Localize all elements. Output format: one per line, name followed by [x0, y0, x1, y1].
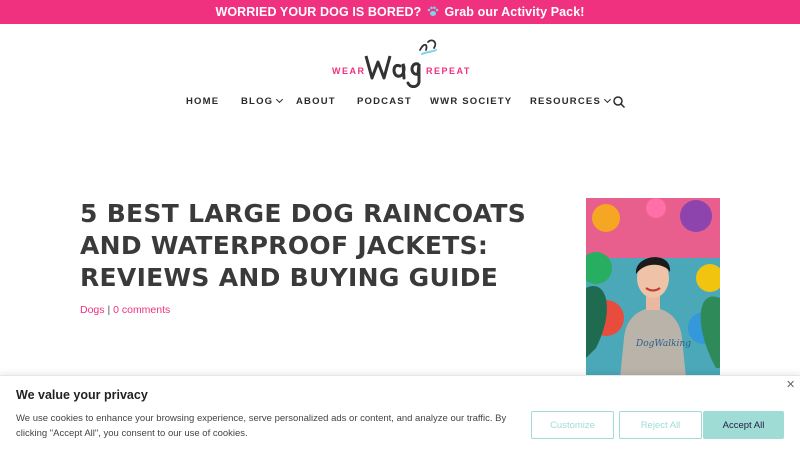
search-icon[interactable] — [612, 95, 626, 109]
cookie-title: We value your privacy — [16, 388, 148, 402]
nav-item-home[interactable]: HOME — [186, 96, 219, 107]
announcement-text[interactable]: WORRIED YOUR DOG IS BORED? Grab our Acti… — [215, 5, 584, 19]
cookie-consent-banner: We value your privacy We use cookies to … — [0, 375, 800, 450]
author-photo: DogWalking — [586, 198, 720, 378]
paw-icon — [427, 6, 439, 16]
category-link[interactable]: Dogs — [80, 304, 105, 316]
article-title: 5 BEST LARGE DOG RAINCOATS AND WATERPROO… — [80, 199, 527, 292]
author-photo-image: DogWalking — [586, 198, 720, 378]
announcement-bar[interactable]: WORRIED YOUR DOG IS BORED? Grab our Acti… — [0, 0, 800, 24]
nav-item-wwr-society[interactable]: WWR SOCIETY — [430, 96, 512, 107]
nav-item-resources[interactable]: RESOURCES — [530, 95, 612, 107]
logo-word-wear: WEAR — [332, 66, 366, 76]
chevron-down-icon — [276, 95, 284, 104]
accept-all-button[interactable]: Accept All — [703, 411, 784, 439]
chevron-down-icon — [603, 95, 612, 104]
post-meta: Dogs | 0 comments — [80, 304, 170, 316]
nav-item-about[interactable]: ABOUT — [296, 96, 336, 107]
meta-separator: | — [107, 304, 111, 316]
logo-wag-script — [364, 39, 437, 88]
customize-button[interactable]: Customize — [531, 411, 614, 439]
close-icon[interactable]: ✕ — [786, 378, 795, 391]
cookie-body: We use cookies to enhance your browsing … — [16, 413, 507, 439]
comments-link[interactable]: 0 comments — [113, 304, 170, 316]
nav-item-podcast[interactable]: PODCAST — [357, 96, 412, 107]
logo-word-repeat: REPEAT — [426, 66, 471, 76]
site-logo[interactable]: WEAR REPEAT — [330, 36, 470, 88]
shirt-text: DogWalking — [635, 339, 691, 349]
main-nav: HOME BLOG ABOUT PODCAST WWR SOCIETY RESO… — [0, 95, 800, 110]
reject-all-button[interactable]: Reject All — [619, 411, 702, 439]
nav-item-blog[interactable]: BLOG — [241, 95, 284, 107]
